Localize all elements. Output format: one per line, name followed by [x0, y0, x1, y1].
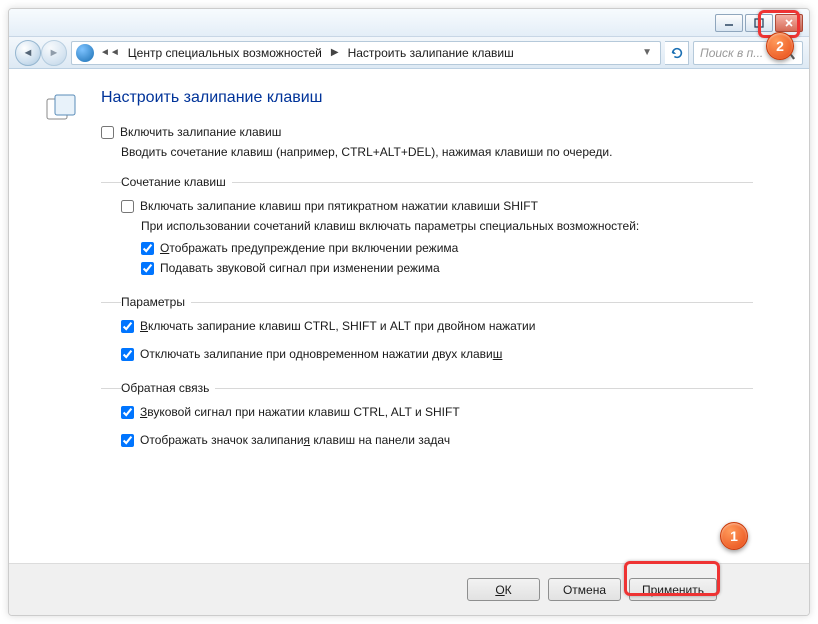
callout-2: 2	[766, 32, 794, 60]
five-shift-row: Включать залипание клавиш при пятикратно…	[121, 199, 753, 213]
enable-sticky-keys-label: Включить залипание клавиш	[120, 125, 281, 139]
tray-label: Отображать значок залипания клавиш на па…	[140, 433, 450, 447]
sound-row: Подавать звуковой сигнал при изменении р…	[141, 261, 753, 275]
cancel-button[interactable]: Отмена	[548, 578, 621, 601]
lock-row: Включать запирание клавиш CTRL, SHIFT и …	[121, 319, 753, 333]
sound-label: Подавать звуковой сигнал при изменении р…	[160, 261, 440, 275]
five-shift-label: Включать залипание клавиш при пятикратно…	[140, 199, 538, 213]
params-group: Параметры Включать запирание клавиш CTRL…	[101, 295, 753, 373]
warn-label: Отображать предупреждение при включении …	[160, 241, 458, 255]
search-placeholder: Поиск в п...	[700, 46, 763, 60]
enable-sticky-keys-row: Включить залипание клавиш	[101, 125, 809, 139]
breadcrumb-item-2[interactable]: Настроить залипание клавиш	[342, 46, 520, 60]
sound-mod-row: Звуковой сигнал при нажатии клавиш CTRL,…	[121, 405, 753, 419]
nav-back-button[interactable]: ◄	[15, 40, 41, 66]
five-shift-checkbox[interactable]	[121, 200, 134, 213]
footer: ОК Отмена Применить	[9, 563, 809, 615]
hotkey-desc: При использовании сочетаний клавиш включ…	[141, 219, 753, 233]
tray-row: Отображать значок залипания клавиш на па…	[121, 433, 753, 447]
warn-checkbox[interactable]	[141, 242, 154, 255]
params-legend: Параметры	[121, 295, 191, 309]
feedback-legend: Обратная связь	[121, 381, 215, 395]
page-title: Настроить залипание клавиш	[101, 89, 809, 107]
feedback-group: Обратная связь Звуковой сигнал при нажат…	[101, 381, 753, 459]
tray-checkbox[interactable]	[121, 434, 134, 447]
sound-mod-label: Звуковой сигнал при нажатии клавиш CTRL,…	[140, 405, 460, 419]
close-button[interactable]	[775, 14, 803, 32]
callout-1: 1	[720, 522, 748, 550]
lock-checkbox[interactable]	[121, 320, 134, 333]
warn-row: Отображать предупреждение при включении …	[141, 241, 753, 255]
enable-sticky-keys-checkbox[interactable]	[101, 126, 114, 139]
titlebar	[9, 9, 809, 37]
refresh-button[interactable]	[665, 41, 689, 65]
off-two-checkbox[interactable]	[121, 348, 134, 361]
sound-mod-checkbox[interactable]	[121, 406, 134, 419]
off-two-label: Отключать залипание при одновременном на…	[140, 347, 502, 361]
shortcut-group: Сочетание клавиш Включать залипание клав…	[101, 175, 753, 287]
sound-checkbox[interactable]	[141, 262, 154, 275]
breadcrumb[interactable]: ◄◄ Центр специальных возможностей ▶ Наст…	[71, 41, 661, 65]
breadcrumb-item-1[interactable]: Центр специальных возможностей	[122, 46, 328, 60]
window-frame: ◄ ► ◄◄ Центр специальных возможностей ▶ …	[8, 8, 810, 616]
shortcut-legend: Сочетание клавиш	[121, 175, 232, 189]
ok-button[interactable]: ОК	[467, 578, 540, 601]
apply-button[interactable]: Применить	[629, 578, 717, 601]
control-panel-icon	[76, 44, 94, 62]
content-area: Настроить залипание клавиш Включить зали…	[9, 69, 809, 563]
navbar: ◄ ► ◄◄ Центр специальных возможностей ▶ …	[9, 37, 809, 69]
off-two-row: Отключать залипание при одновременном на…	[121, 347, 753, 361]
nav-forward-button[interactable]: ►	[41, 40, 67, 66]
lock-label: Включать запирание клавиш CTRL, SHIFT и …	[140, 319, 535, 333]
sticky-keys-icon	[45, 93, 77, 125]
maximize-button[interactable]	[745, 14, 773, 32]
enable-sticky-keys-desc: Вводить сочетание клавиш (например, CTRL…	[121, 145, 809, 159]
minimize-button[interactable]	[715, 14, 743, 32]
